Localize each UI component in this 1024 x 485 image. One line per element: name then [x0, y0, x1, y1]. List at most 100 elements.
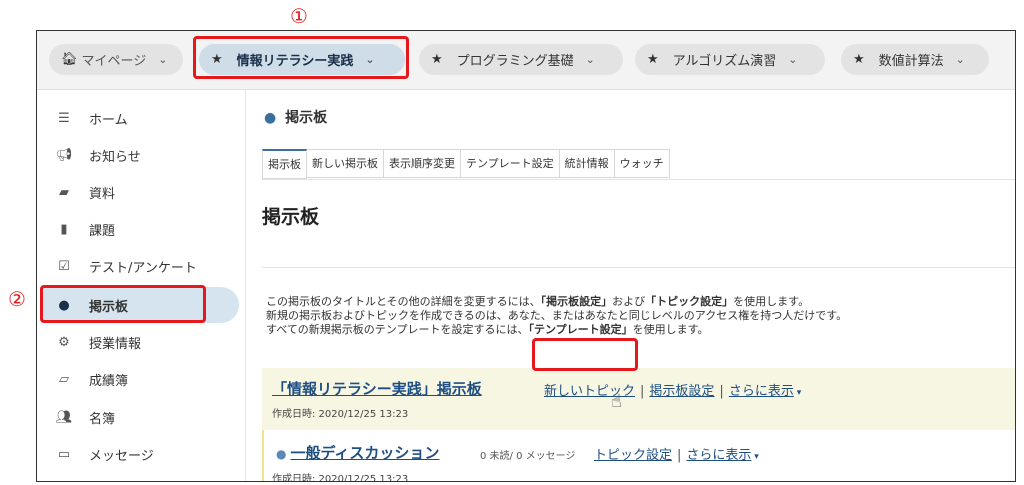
tab-template-settings[interactable]: テンプレート設定 [461, 149, 560, 178]
sidebar-item-label: 授業情報 [89, 336, 142, 352]
sidebar-item-announcements[interactable]: 📢︎ お知らせ [43, 137, 239, 173]
sidebar-item-gradebook[interactable]: ▱ 成績簿 [43, 361, 239, 397]
caret-down-icon: ▾ [751, 452, 759, 462]
separator: | [677, 448, 682, 463]
sidebar-item-label: 成績簿 [89, 373, 129, 389]
sidebar-item-tests[interactable]: ☑ テスト/アンケート [43, 248, 239, 284]
folder-icon: ▰ [59, 184, 69, 200]
gear-icon: ⚙ [58, 334, 70, 350]
tab-new-forum[interactable]: 新しい掲示板 [307, 149, 384, 178]
course-tab-label: 数値計算法 [878, 54, 944, 69]
forum-title-link[interactable]: 「情報リテラシー実践」掲示板 [272, 378, 482, 399]
show-more-link[interactable]: さらに表示 [729, 384, 794, 399]
topic-settings-link[interactable]: トピック設定 [594, 448, 672, 463]
desc-line-2: 新規の掲示板およびトピックを作成できるのは、あなた、またはあなたと同じレベルのア… [266, 309, 848, 322]
course-tab-label: マイページ [81, 54, 147, 69]
section-title: ● 掲示板 [264, 107, 327, 127]
course-tab-label: プログラミング基礎 [456, 54, 574, 69]
page-title: 掲示板 [262, 206, 320, 228]
forum-settings-link[interactable]: 掲示板設定 [649, 384, 714, 399]
sidebar-item-label: 資料 [89, 186, 116, 202]
chevron-down-icon: ⌄ [158, 53, 168, 66]
desc-strong: 「掲示板設定」 [540, 295, 613, 308]
separator: | [640, 384, 645, 399]
chat-icon: ● [264, 110, 277, 126]
sidebar-item-home[interactable]: ☰ ホーム [43, 100, 239, 136]
desc-text: を使用します。 [632, 323, 709, 336]
course-tab-label: アルゴリズム演習 [672, 54, 777, 69]
course-tab-label: 情報リテラシー実践 [236, 54, 354, 69]
annotation-2: ② [8, 287, 26, 311]
topic-counts: 0 未読/ 0 メッセージ [480, 451, 576, 462]
tab-reorder[interactable]: 表示順序変更 [384, 149, 461, 178]
chevron-down-icon: ⌄ [585, 53, 595, 66]
course-tab-info-literacy[interactable]: ★ 情報リテラシー実践 ⌄ [199, 44, 405, 75]
sidebar-item-label: テスト/アンケート [89, 260, 197, 276]
chevron-down-icon: ⌄ [955, 53, 965, 66]
caret-down-icon: ▾ [793, 388, 802, 398]
sidebar-item-forum[interactable]: ● 掲示板 [43, 287, 239, 323]
sidebar-item-roster[interactable]: 👥︎ 名簿 [43, 399, 239, 435]
sidebar-item-label: メッセージ [89, 448, 154, 464]
chat-bubble-icon: ● [276, 447, 287, 461]
chat-icon: ● [58, 297, 70, 313]
app-window: 🏠︎ マイページ ⌄ ★ 情報リテラシー実践 ⌄ ★ プログラミング基礎 ⌄ ★… [36, 30, 1016, 482]
star-icon: ★ [211, 52, 223, 67]
sidebar: ☰ ホーム 📢︎ お知らせ ▰ 資料 ▮ 課題 ☑ テスト/アンケート ● 掲示… [37, 90, 246, 481]
tab-forum[interactable]: 掲示板 [262, 149, 307, 179]
course-tab-programming[interactable]: ★ プログラミング基礎 ⌄ [419, 44, 623, 75]
hand-cursor-icon: ☝ [611, 391, 622, 412]
course-tab-algorithm[interactable]: ★ アルゴリズム演習 ⌄ [635, 44, 825, 75]
desc-strong: 「トピック設定」 [645, 295, 734, 308]
sidebar-item-label: ホーム [89, 112, 128, 128]
section-title-label: 掲示板 [285, 110, 328, 126]
forum-subtabs: 掲示板 新しい掲示板 表示順序変更 テンプレート設定 統計情報 ウォッチ [262, 149, 670, 179]
forum-description: この掲示板のタイトルとその他の詳細を変更するには、「掲示板設定」および「トピック… [266, 295, 847, 337]
forum-created-date: 作成日時: 2020/12/25 13:23 [272, 409, 409, 420]
topic-actions: トピック設定 | さらに表示 ▾ [594, 444, 759, 463]
book-icon: ▱ [59, 371, 69, 387]
sidebar-item-label: お知らせ [89, 149, 141, 165]
sidebar-item-materials[interactable]: ▰ 資料 [43, 174, 239, 210]
course-tab-mypage[interactable]: 🏠︎ マイページ ⌄ [49, 44, 183, 75]
desc-text: すべての新規掲示板のテンプレートを設定するには、 [266, 323, 529, 336]
separator: | [719, 384, 724, 399]
topic-title-label: 一般ディスカッション [290, 444, 440, 462]
list-icon: ☰ [58, 110, 70, 126]
topic-row: ● 一般ディスカッション 0 未読/ 0 メッセージ トピック設定 | さらに表示 ▾… [262, 430, 1015, 482]
chevron-down-icon: ⌄ [365, 53, 375, 66]
users-icon: 👥︎ [55, 409, 73, 425]
main-content: ● 掲示板 掲示板 新しい掲示板 表示順序変更 テンプレート設定 統計情報 ウォ… [246, 90, 1015, 481]
topic-show-more-link[interactable]: さらに表示 [686, 448, 751, 463]
megaphone-icon: 📢︎ [55, 147, 73, 163]
divider [262, 179, 1015, 180]
star-icon: ★ [647, 52, 659, 67]
annotation-1: ① [290, 4, 308, 28]
topic-created-date: 作成日時: 2020/12/25 13:23 [272, 474, 409, 482]
star-icon: ★ [431, 52, 443, 67]
sidebar-item-label: 掲示板 [89, 299, 129, 315]
desc-strong: 「テンプレート設定」 [528, 323, 633, 336]
tab-watch[interactable]: ウォッチ [614, 149, 670, 178]
course-tab-bar: 🏠︎ マイページ ⌄ ★ 情報リテラシー実践 ⌄ ★ プログラミング基礎 ⌄ ★… [37, 31, 1015, 90]
sidebar-item-course-info[interactable]: ⚙ 授業情報 [43, 324, 239, 360]
checkbox-icon: ☑ [58, 258, 70, 274]
sidebar-item-assignments[interactable]: ▮ 課題 [43, 211, 239, 247]
desc-text: を使用します。 [733, 295, 810, 308]
inbox-icon: ▭ [57, 446, 71, 462]
chevron-down-icon: ⌄ [788, 53, 798, 66]
desc-text: および [612, 295, 646, 308]
forum-actions: 新しいトピック | 掲示板設定 | さらに表示 ▾ [544, 380, 801, 399]
forum-row: 「情報リテラシー実践」掲示板 新しいトピック | 掲示板設定 | さらに表示 ▾ 作成日… [262, 368, 1015, 430]
course-tab-numerical[interactable]: ★ 数値計算法 ⌄ [841, 44, 989, 75]
sidebar-item-label: 課題 [89, 223, 116, 239]
divider [262, 267, 1015, 268]
sidebar-item-messages[interactable]: ▭ メッセージ [43, 436, 239, 472]
topic-title-link[interactable]: ● 一般ディスカッション [276, 442, 439, 463]
sidebar-item-label: 名簿 [89, 411, 116, 427]
tab-statistics[interactable]: 統計情報 [559, 149, 615, 178]
desc-text: この掲示板のタイトルとその他の詳細を変更するには、 [266, 295, 541, 308]
home-icon: 🏠︎ [61, 52, 78, 67]
star-icon: ★ [853, 52, 865, 67]
document-icon: ▮ [60, 221, 68, 237]
